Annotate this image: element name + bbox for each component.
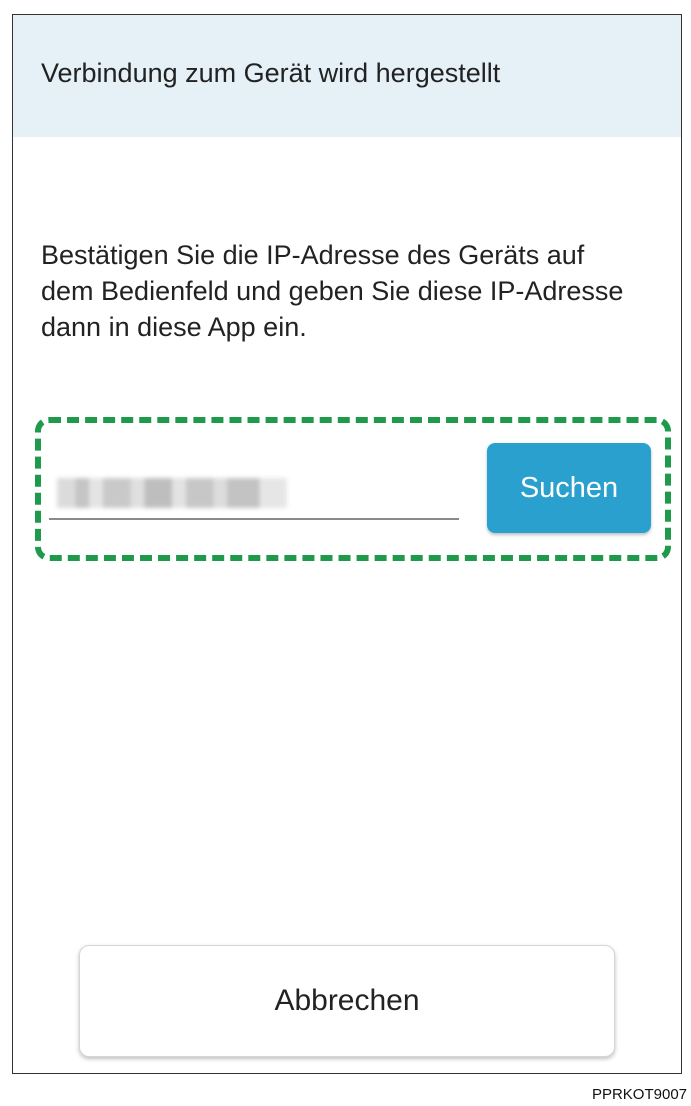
figure-code: PPRKOT9007: [591, 1086, 687, 1103]
dialog-title: Verbindung zum Gerät wird hergestellt: [41, 58, 501, 88]
instructions-text: Bestätigen Sie die IP-Adresse des Geräts…: [41, 240, 624, 342]
ip-address-value-blurred: [57, 478, 287, 508]
cancel-button[interactable]: Abbrechen: [79, 945, 615, 1057]
ip-address-input[interactable]: [49, 470, 459, 520]
app-screen: Verbindung zum Gerät wird hergestellt Be…: [12, 14, 682, 1074]
search-button[interactable]: Suchen: [487, 443, 651, 533]
title-bar: Verbindung zum Gerät wird hergestellt: [13, 15, 681, 137]
